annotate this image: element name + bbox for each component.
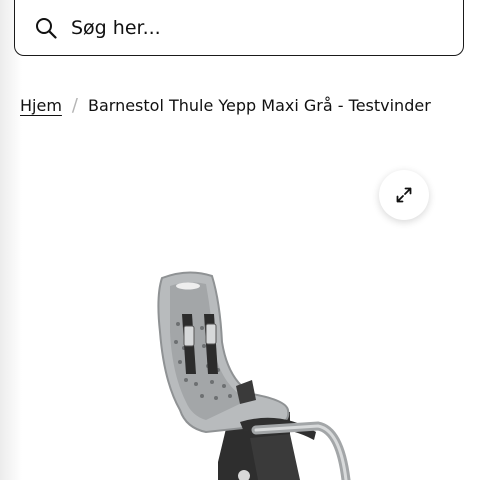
breadcrumb-separator: / xyxy=(71,94,78,116)
search-icon[interactable] xyxy=(35,17,57,39)
breadcrumb-home-link[interactable]: Hjem xyxy=(20,96,62,115)
page-edge-shade xyxy=(0,0,22,480)
product-image-bike-child-seat xyxy=(157,271,351,480)
expand-image-button[interactable] xyxy=(379,170,429,220)
breadcrumb-current-page: Barnestol Thule Yepp Maxi Grå - Testvind… xyxy=(87,95,431,115)
search-input[interactable] xyxy=(71,16,431,39)
search-bar[interactable] xyxy=(14,0,464,56)
breadcrumb: Hjem / Barnestol Thule Yepp Maxi Grå - T… xyxy=(20,92,431,118)
expand-icon xyxy=(396,187,412,203)
